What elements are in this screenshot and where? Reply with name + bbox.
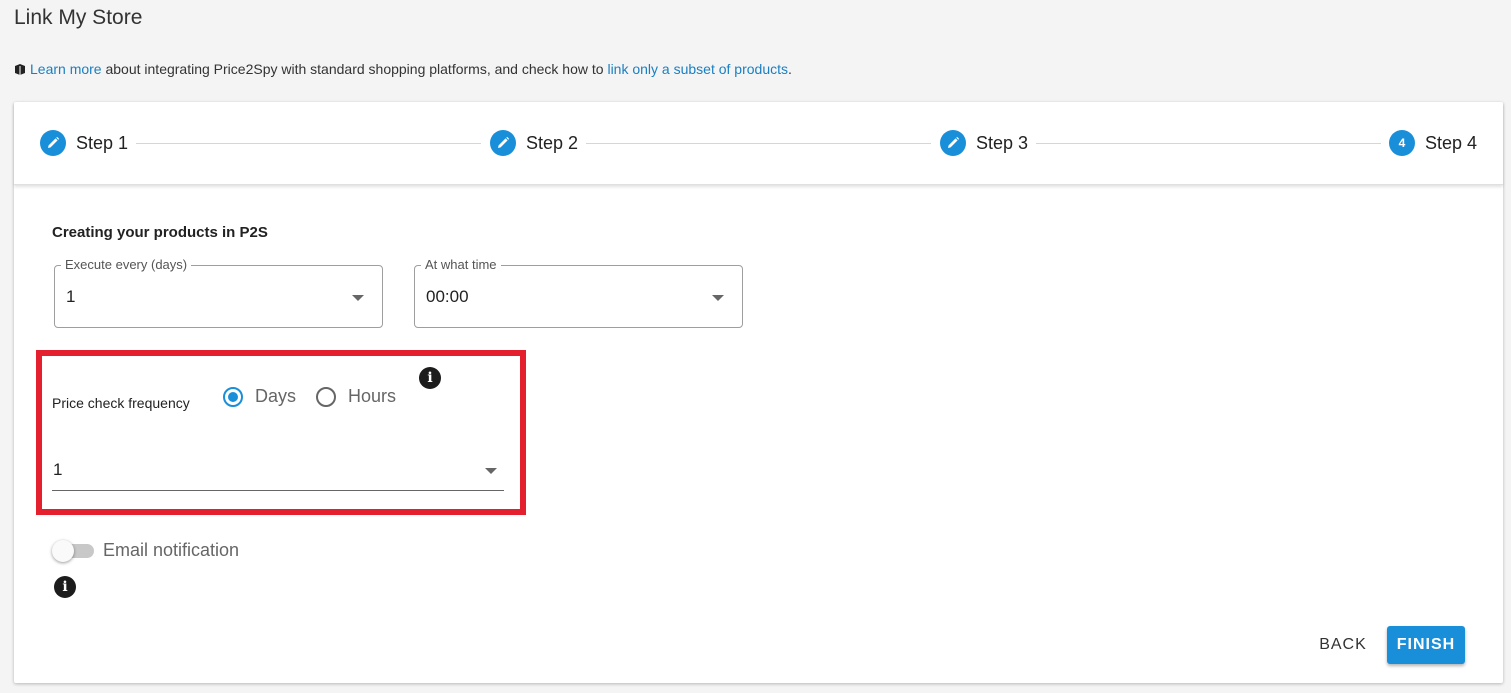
chevron-down-icon — [712, 295, 724, 301]
radio-days-label: Days — [255, 386, 297, 406]
step-connector — [586, 143, 931, 144]
email-notification-toggle[interactable] — [52, 539, 96, 563]
step-label: Step 2 — [526, 132, 579, 153]
step-label: Step 1 — [76, 132, 129, 153]
book-icon — [15, 64, 25, 75]
radio-checked-icon — [223, 386, 243, 407]
at-what-time-label: At what time — [421, 257, 501, 272]
email-notification-label: Email notification — [103, 540, 240, 560]
integration-info-line: Learn more about integrating Price2Spy w… — [14, 61, 792, 77]
execute-every-select[interactable]: Execute every (days) 1 — [54, 257, 383, 328]
execute-every-value: 1 — [66, 287, 76, 306]
radio-unchecked-icon — [316, 386, 336, 407]
step-number-badge: 4 — [1389, 130, 1415, 156]
step-4[interactable]: 4 Step 4 — [1389, 129, 1477, 157]
pencil-icon — [40, 130, 66, 156]
step-2[interactable]: Step 2 — [490, 129, 578, 157]
info-icon[interactable]: i — [54, 576, 76, 598]
price-check-frequency-value: 1 — [53, 460, 63, 479]
step-label: Step 3 — [976, 132, 1029, 153]
info-text-end: . — [788, 61, 792, 77]
back-button[interactable]: BACK — [1310, 626, 1376, 664]
step-connector — [1036, 143, 1381, 144]
at-what-time-value: 00:00 — [426, 287, 469, 306]
radio-days[interactable]: Days — [223, 386, 296, 407]
link-store-card: Step 1 Step 2 Step 3 4 Step 4 Creating y… — [14, 102, 1503, 683]
stepper: Step 1 Step 2 Step 3 4 Step 4 — [14, 102, 1503, 185]
price-check-frequency-label: Price check frequency — [52, 395, 190, 411]
step-label: Step 4 — [1425, 132, 1478, 153]
radio-hours[interactable]: Hours — [316, 386, 396, 407]
step-3[interactable]: Step 3 — [940, 129, 1028, 157]
pencil-icon — [490, 130, 516, 156]
chevron-down-icon — [485, 468, 497, 474]
step-connector — [136, 143, 481, 144]
at-what-time-select[interactable]: At what time 00:00 — [414, 257, 743, 328]
info-text-middle: about integrating Price2Spy with standar… — [101, 61, 608, 77]
subset-products-link[interactable]: link only a subset of products — [607, 61, 788, 77]
toggle-thumb — [52, 540, 74, 562]
price-check-frequency-select[interactable]: 1 — [52, 452, 504, 491]
page-title: Link My Store — [14, 6, 143, 29]
step-1[interactable]: Step 1 — [40, 129, 128, 157]
pencil-icon — [940, 130, 966, 156]
learn-more-link[interactable]: Learn more — [30, 61, 102, 77]
info-icon[interactable]: i — [419, 367, 441, 389]
chevron-down-icon — [352, 295, 364, 301]
finish-button[interactable]: FINISH — [1387, 626, 1465, 664]
radio-hours-label: Hours — [348, 386, 397, 406]
section-heading: Creating your products in P2S — [52, 224, 268, 241]
execute-every-label: Execute every (days) — [61, 257, 192, 272]
